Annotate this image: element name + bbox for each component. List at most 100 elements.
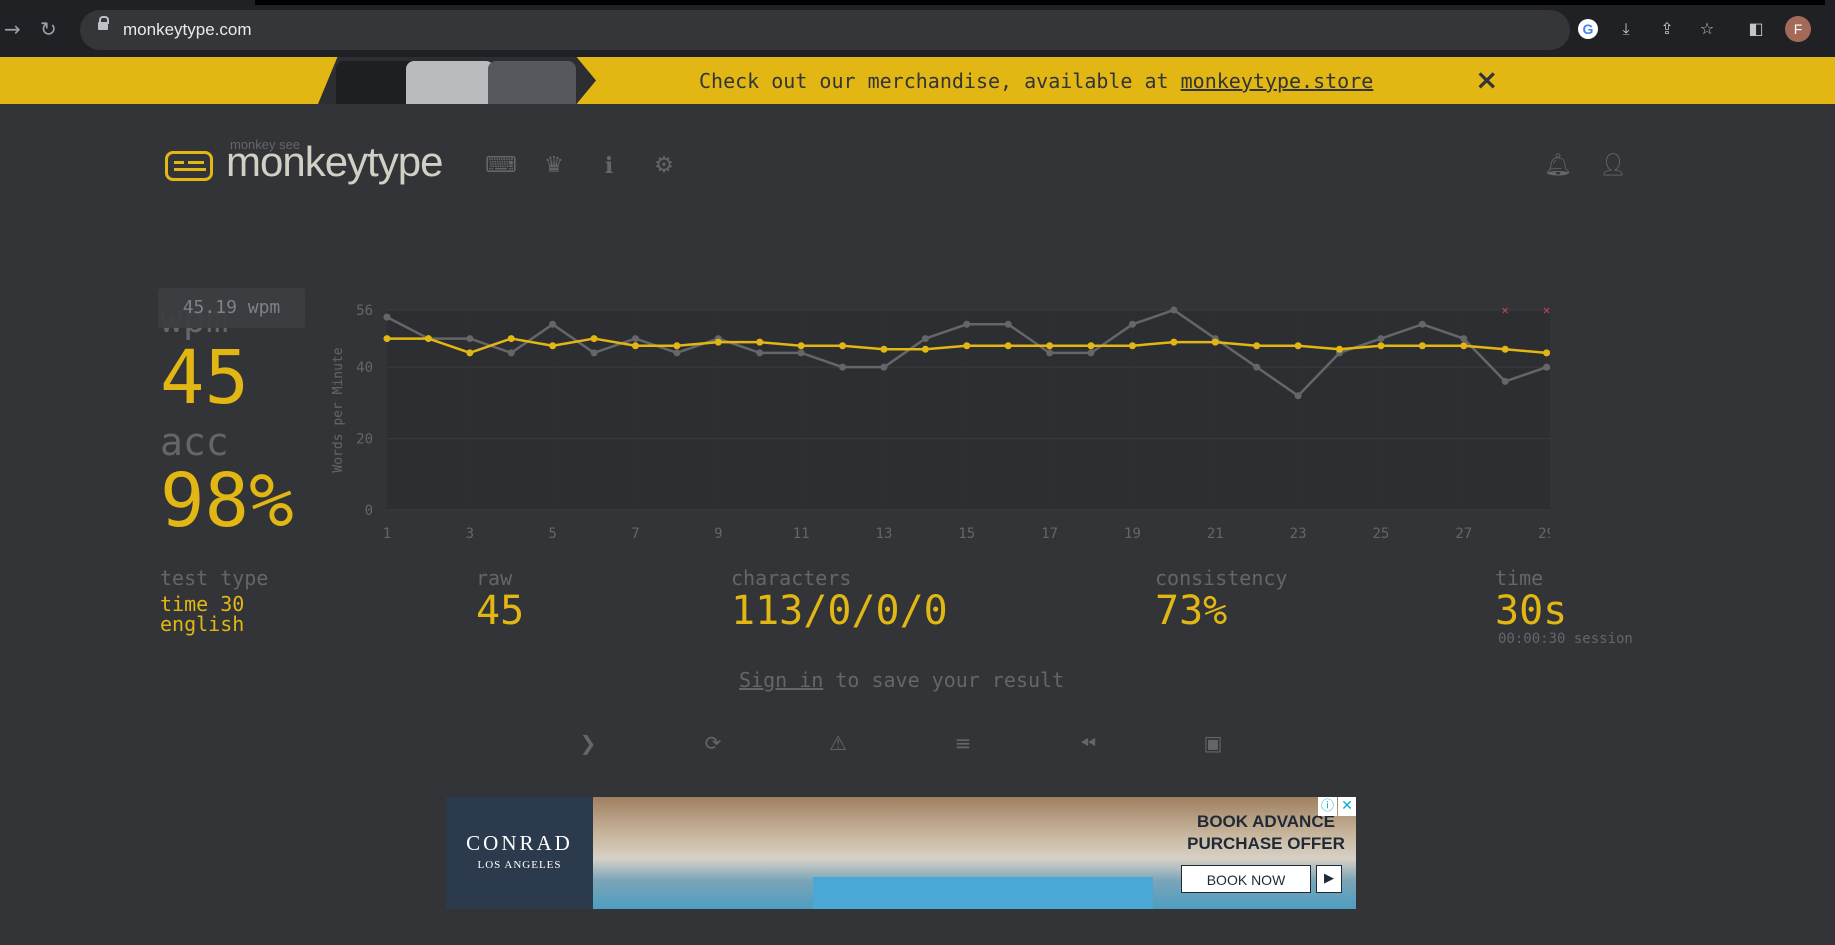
- wpm-data-point: [673, 342, 681, 350]
- replay-icon[interactable]: ⏪︎: [1075, 730, 1101, 756]
- sign-in-link[interactable]: Sign in: [739, 668, 823, 692]
- y-tick-label: 40: [356, 360, 373, 376]
- restart-icon[interactable]: ⟳: [700, 730, 726, 756]
- raw-data-point: [797, 349, 805, 357]
- bell-icon[interactable]: 🔔︎: [1544, 152, 1572, 180]
- info-icon[interactable]: i: [595, 152, 623, 180]
- ad-brand: CONRAD: [466, 831, 573, 855]
- screenshot-icon[interactable]: ▣: [1200, 730, 1226, 756]
- install-icon[interactable]: ⤓: [1616, 19, 1636, 39]
- gear-icon[interactable]: ⚙: [650, 152, 678, 180]
- x-tick-label: 27: [1455, 526, 1472, 542]
- acc-value: 98%: [160, 458, 294, 544]
- raw-data-point: [921, 335, 929, 343]
- raw-data-point: [1294, 392, 1302, 400]
- raw-data-point: [1253, 363, 1261, 371]
- wpm-data-point: [424, 335, 432, 343]
- ad-info-icon[interactable]: ⓘ: [1318, 797, 1337, 816]
- next-test-icon[interactable]: ❯: [575, 730, 601, 756]
- consistency-label: consistency: [1155, 566, 1288, 590]
- raw-data-point: [1004, 320, 1012, 328]
- raw-data-point: [631, 335, 639, 343]
- sign-in-prompt: Sign in to save your result: [739, 668, 1065, 692]
- y-axis-label: Words per Minute: [331, 347, 346, 472]
- banner-text: Check out our merchandise, available at …: [699, 69, 1374, 93]
- wpm-data-point: [797, 342, 805, 350]
- words-history-icon[interactable]: ≡: [950, 730, 976, 756]
- raw-data-point: [1543, 363, 1550, 371]
- play-icon[interactable]: ▶: [1316, 865, 1342, 893]
- raw-data-point: [1128, 320, 1136, 328]
- warning-icon[interactable]: ⚠: [825, 730, 851, 756]
- error-marker: ✕: [1543, 303, 1550, 317]
- consistency-value: 73%: [1155, 588, 1228, 634]
- lock-icon[interactable]: [98, 16, 109, 30]
- wpm-data-point: [1543, 349, 1550, 357]
- wpm-data-point: [1377, 342, 1385, 350]
- x-tick-label: 23: [1290, 526, 1307, 542]
- ad-book-now-button[interactable]: BOOK NOW: [1181, 865, 1311, 893]
- x-tick-label: 17: [1041, 526, 1058, 542]
- wpm-data-point: [631, 342, 639, 350]
- ad-pool-water: [813, 877, 1153, 909]
- profile-avatar[interactable]: F: [1785, 16, 1811, 42]
- raw-data-point: [1170, 306, 1178, 314]
- wpm-data-point: [756, 338, 764, 346]
- wpm-chart: 0204056135791113151719212325272901Words …: [331, 303, 1550, 542]
- url-text[interactable]: monkeytype.com: [123, 20, 252, 40]
- side-panel-icon[interactable]: ◧: [1746, 19, 1766, 39]
- bookmark-star-icon[interactable]: ☆: [1697, 19, 1717, 39]
- wpm-data-point: [963, 342, 971, 350]
- wpm-data-point: [1211, 338, 1219, 346]
- wpm-value: 45: [160, 335, 250, 421]
- browser-toolbar: → ↻ monkeytype.com G ⤓ ⇪ ☆ ◧ F: [0, 0, 1835, 57]
- y-tick-label: 20: [356, 432, 373, 448]
- ad-brand-panel[interactable]: CONRAD LOS ANGELES: [446, 797, 593, 909]
- time-value: 30s: [1495, 588, 1568, 634]
- raw-data-point: [1418, 320, 1426, 328]
- ad-headline: BOOK ADVANCE PURCHASE OFFER: [1187, 812, 1345, 853]
- characters-label: characters: [731, 566, 852, 590]
- reload-icon[interactable]: ↻: [40, 17, 57, 41]
- x-tick-label: 3: [466, 526, 474, 542]
- forward-icon[interactable]: →: [4, 17, 21, 41]
- user-icon[interactable]: 👤︎: [1599, 152, 1627, 180]
- ad-location: LOS ANGELES: [477, 859, 562, 871]
- tab-strip-edge: [255, 0, 1825, 5]
- wpm-data-point: [1501, 345, 1509, 353]
- logo-text[interactable]: monkeytype: [226, 138, 443, 186]
- wpm-data-point: [1294, 342, 1302, 350]
- wpm-data-point: [839, 342, 847, 350]
- x-tick-label: 15: [958, 526, 975, 542]
- address-bar[interactable]: monkeytype.com: [80, 10, 1570, 50]
- wpm-data-point: [1087, 342, 1095, 350]
- grey-shirt-image: [406, 61, 494, 104]
- wpm-data-point: [880, 345, 888, 353]
- wpm-data-point: [1418, 342, 1426, 350]
- raw-data-point: [963, 320, 971, 328]
- test-type-label: test type: [160, 566, 269, 590]
- logo-icon[interactable]: [165, 151, 213, 181]
- crown-icon[interactable]: ♛: [540, 152, 568, 180]
- wpm-tooltip: 45.19 wpm: [158, 288, 305, 328]
- ad-banner[interactable]: CONRAD LOS ANGELES BOOK ADVANCE PURCHASE…: [446, 797, 1356, 909]
- share-icon[interactable]: ⇪: [1657, 19, 1677, 39]
- wpm-data-point: [590, 335, 598, 343]
- wpm-data-point: [1128, 342, 1136, 350]
- wpm-data-point: [507, 335, 515, 343]
- raw-data-point: [673, 349, 681, 357]
- google-lens-icon[interactable]: G: [1578, 19, 1598, 39]
- raw-data-point: [1046, 349, 1054, 357]
- keyboard-icon[interactable]: ⌨: [485, 152, 517, 180]
- wpm-data-point: [383, 335, 391, 343]
- test-language-value: english: [160, 612, 245, 636]
- raw-data-point: [839, 363, 847, 371]
- wpm-data-point: [466, 349, 474, 357]
- store-link[interactable]: monkeytype.store: [1181, 69, 1374, 93]
- ad-close-icon[interactable]: ✕: [1338, 797, 1356, 816]
- raw-value: 45: [476, 588, 525, 634]
- close-icon[interactable]: ×: [1475, 63, 1498, 96]
- x-tick-label: 5: [548, 526, 556, 542]
- error-marker: ✕: [1502, 303, 1509, 317]
- raw-data-point: [1501, 377, 1509, 385]
